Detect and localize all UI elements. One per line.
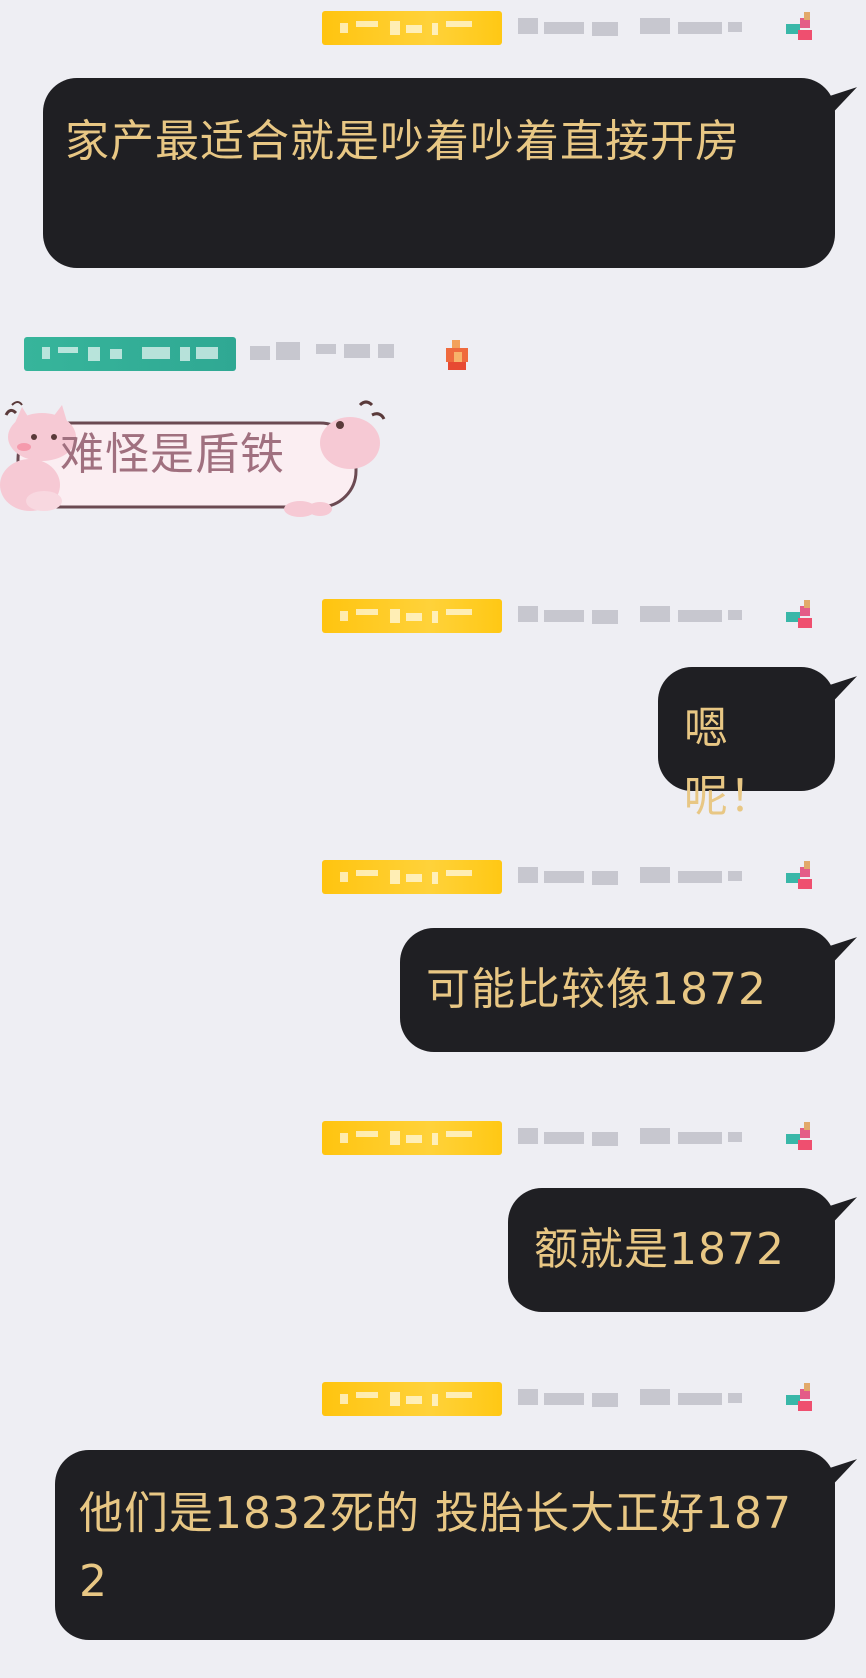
bubble-tail <box>827 87 857 119</box>
chat-area: 家产最适合就是吵着吵着直接开房 难怪是盾铁 嗯呢！ 可能比较像1872 额就是1… <box>0 0 866 1678</box>
message-text: 他们是1832死的 投胎长大正好1872 <box>79 1488 792 1607</box>
level-badge-icon <box>784 12 816 44</box>
bubble-tail <box>827 676 857 708</box>
sender-title-tag <box>322 860 502 894</box>
sender-name-blurred <box>518 602 768 628</box>
sender-name-blurred <box>518 863 768 889</box>
level-badge-icon <box>784 1383 816 1415</box>
message-bubble-cat[interactable]: 难怪是盾铁 <box>0 385 390 525</box>
sender-name-blurred <box>518 1385 768 1411</box>
message-text: 难怪是盾铁 <box>60 429 285 480</box>
sender-title-tag <box>322 11 502 45</box>
message-text: 嗯呢！ <box>684 703 774 822</box>
sender-name-blurred <box>518 1124 768 1150</box>
bubble-tail <box>827 1459 857 1491</box>
level-badge-icon <box>784 861 816 893</box>
sender-name-blurred <box>250 340 420 366</box>
message-bubble[interactable]: 额就是1872 <box>508 1188 857 1312</box>
message-text: 可能比较像1872 <box>426 964 767 1015</box>
message-text: 额就是1872 <box>534 1224 785 1275</box>
flame-icon <box>442 338 472 372</box>
sender-title-tag <box>322 1121 502 1155</box>
bubble-tail <box>827 1197 857 1229</box>
level-badge-icon <box>784 600 816 632</box>
message-text: 家产最适合就是吵着吵着直接开房 <box>65 116 740 167</box>
sender-title-tag <box>24 337 236 371</box>
message-bubble[interactable]: 可能比较像1872 <box>400 928 857 1052</box>
message-bubble[interactable]: 嗯呢！ <box>658 667 857 822</box>
bubble-tail <box>827 937 857 969</box>
sender-title-tag <box>322 1382 502 1416</box>
message-bubble[interactable]: 他们是1832死的 投胎长大正好1872 <box>55 1450 857 1640</box>
level-badge-icon <box>784 1122 816 1154</box>
message-bubble[interactable]: 家产最适合就是吵着吵着直接开房 <box>43 78 857 268</box>
sender-name-blurred <box>518 14 768 40</box>
sender-title-tag <box>322 599 502 633</box>
